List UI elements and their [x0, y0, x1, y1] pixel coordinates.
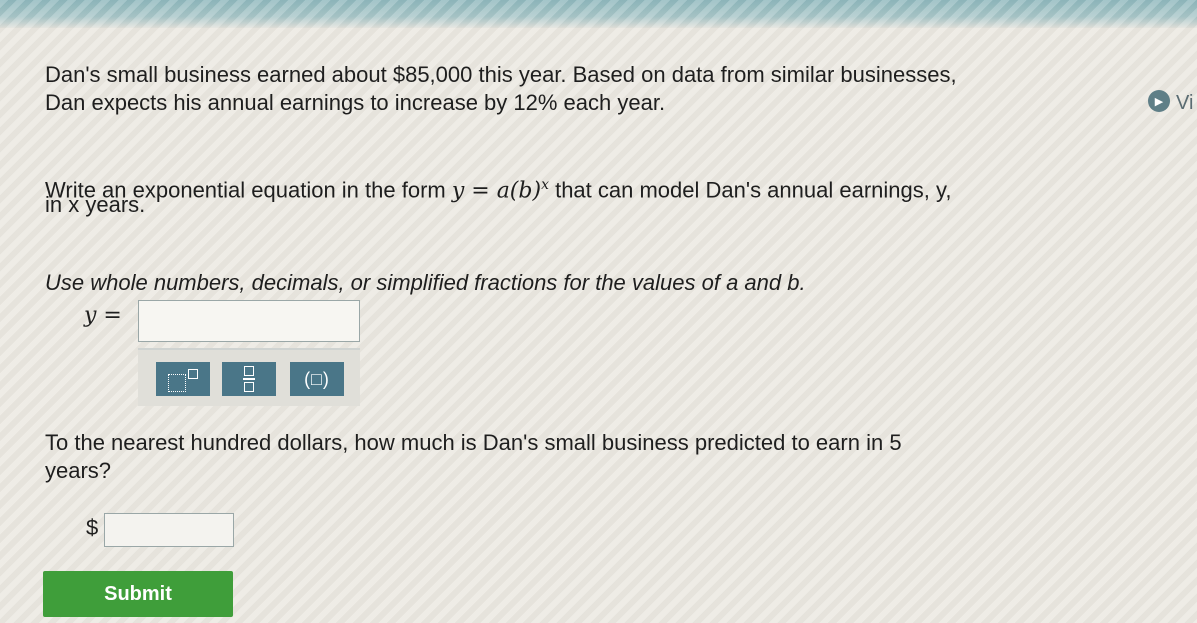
- problem-line-2: Dan expects his annual earnings to incre…: [45, 90, 666, 115]
- exponent-power-icon: [188, 369, 198, 379]
- parentheses-button[interactable]: (□): [290, 362, 344, 396]
- answer-1-label: y =: [84, 303, 122, 328]
- exponent-base-icon: [168, 374, 186, 392]
- problem-line-4: in x years.: [45, 192, 146, 217]
- video-play-icon[interactable]: ▶: [1148, 90, 1170, 112]
- fraction-button[interactable]: [222, 362, 276, 396]
- content-area: Dan's small business earned about $85,00…: [0, 0, 1197, 623]
- problem-line-3: Write an exponential equation in the for…: [45, 172, 951, 204]
- equation-exponent: x: [541, 177, 549, 193]
- equation-form: y = a(b): [451, 178, 542, 204]
- submit-button[interactable]: Submit: [43, 571, 233, 617]
- currency-symbol: $: [86, 515, 99, 540]
- question-2-line-2: years?: [45, 458, 112, 483]
- problem-line-3-part-b: that can model Dan's annual earnings, y,: [548, 177, 952, 203]
- fraction-icon: [243, 366, 255, 392]
- exponent-button[interactable]: [156, 362, 210, 396]
- question-2-line-1: To the nearest hundred dollars, how much…: [45, 430, 902, 455]
- answer-2-input[interactable]: [104, 513, 234, 547]
- parentheses-icon: (□): [304, 368, 330, 389]
- math-toolbar: (□): [138, 348, 360, 406]
- problem-line-1: Dan's small business earned about $85,00…: [45, 62, 957, 87]
- instructions: Use whole numbers, decimals, or simplifi…: [45, 270, 806, 295]
- video-link-label[interactable]: Vi: [1176, 92, 1193, 115]
- answer-1-input[interactable]: [138, 300, 360, 342]
